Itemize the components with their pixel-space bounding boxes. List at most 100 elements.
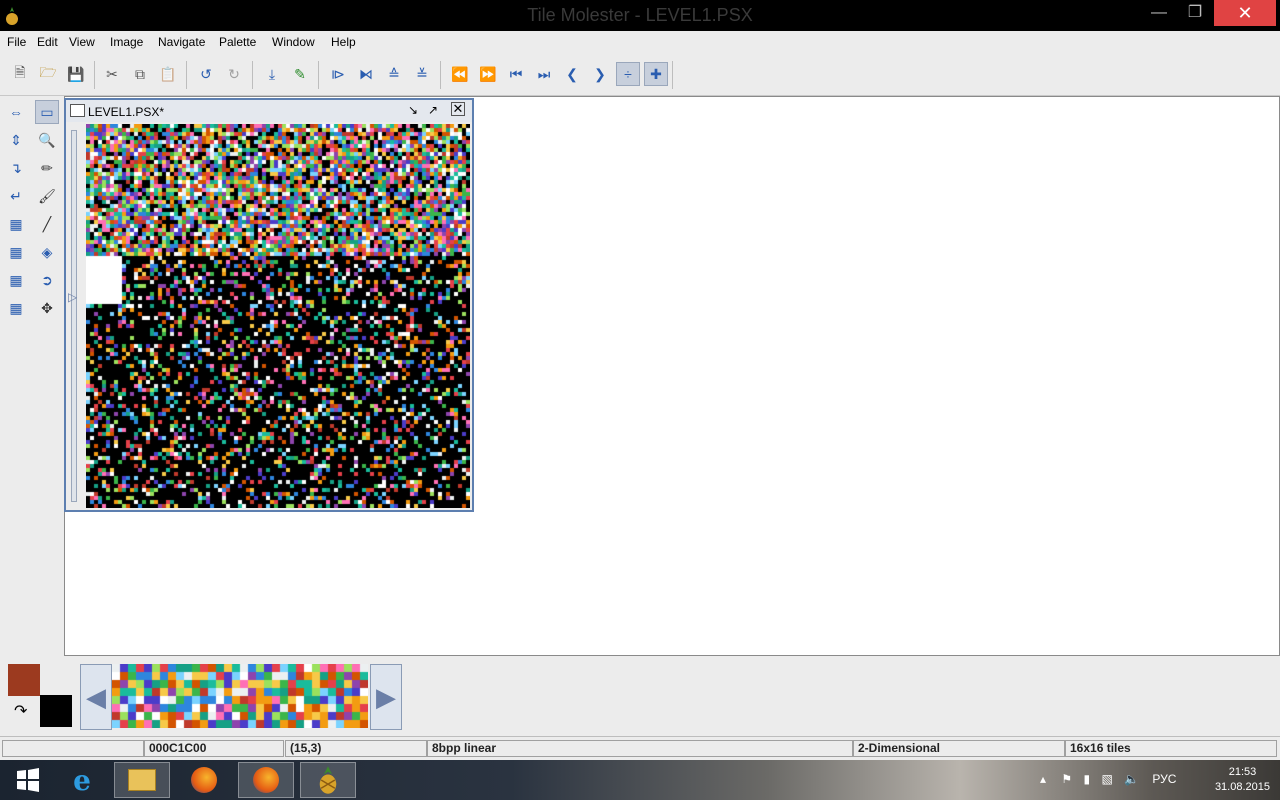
undo-button[interactable]: ↺ [194,62,218,86]
replace-tool[interactable]: ➲ [35,268,59,292]
new-file-icon: 🗎 [14,64,26,80]
document-title-bar[interactable]: LEVEL1.PSX* ↘ ↗ ✕ [66,100,472,122]
tile-back-button[interactable]: ❮ [560,62,584,86]
taskbar-explorer[interactable] [114,762,170,798]
new-file-button[interactable]: 🗎 [8,62,32,86]
menu-help[interactable]: Help [331,35,356,49]
palette-grid[interactable] [112,664,368,728]
shift-up-tool[interactable]: ▦ [4,268,28,292]
foreground-color-swatch[interactable] [8,664,40,696]
byte-forward-icon: ✚ [650,65,662,82]
byte-forward-button[interactable]: ✚ [644,62,668,86]
page-forward-button[interactable]: ⏩ [476,62,500,86]
shift-down-tool[interactable]: ▦ [4,296,28,320]
page-back-button[interactable]: ⏪ [448,62,472,86]
shift-left-icon: ▦ [9,215,23,232]
maximize-icon: ↗ [428,103,439,117]
move-icon: ✥ [41,299,53,316]
move-tool[interactable]: ✥ [35,296,59,320]
increase-width-button[interactable]: ⧑ [354,62,378,86]
tile-back-icon: ❮ [566,65,578,82]
document-icon [70,104,85,117]
wrap-right-tool[interactable]: ↴ [4,156,28,180]
byte-back-button[interactable]: ÷ [616,62,640,86]
start-button[interactable] [0,762,56,798]
menu-window[interactable]: Window [272,35,315,49]
shift-down-icon: ▦ [9,299,23,316]
swap-colors-icon[interactable]: ↷ [14,701,27,721]
open-button[interactable]: 🗁 [36,62,60,86]
show-hidden-icons-icon[interactable]: ▴ [1040,772,1046,786]
copy-button[interactable]: ⧉ [128,62,152,86]
row-back-button[interactable]: ⏮ [504,62,528,86]
doc-minimize-button[interactable]: ↘ [408,103,418,117]
page-forward-icon: ⏩ [479,65,497,82]
network-icon[interactable]: ▧ [1101,772,1112,786]
background-color-swatch[interactable] [40,695,72,727]
fill-tool[interactable]: ◈ [35,240,59,264]
row-forward-button[interactable]: ⏭ [532,62,556,86]
decrease-height-button[interactable]: ≙ [382,62,406,86]
window-title: Tile Molester - LEVEL1.PSX [527,5,753,25]
taskbar-firefox-1[interactable] [176,762,232,798]
shift-left-tool[interactable]: ▦ [4,212,28,236]
row-back-icon: ⏮ [509,65,523,82]
menu-edit[interactable]: Edit [37,35,58,49]
doc-close-button[interactable]: ✕ [451,102,465,116]
taskbar: e ▴ ⚑ ▮ ▧ 🔈 РУС 21:53 31.08.2015 [0,760,1280,800]
close-button[interactable]: ✕ [1214,0,1276,26]
cut-button[interactable]: ✂ [100,62,124,86]
add-bookmark-icon: ✎ [294,65,306,82]
menu-file[interactable]: File [7,35,26,49]
selection-tool[interactable]: ▭ [35,100,59,124]
volume-icon[interactable]: 🔈 [1124,772,1139,786]
increase-height-icon: ≚ [416,65,428,82]
language-indicator[interactable]: РУС [1152,772,1176,786]
brush-tool[interactable]: 🖌 [35,184,59,208]
selection-icon: ▭ [40,103,54,120]
shift-right-tool[interactable]: ▦ [4,240,28,264]
zoom-tool[interactable]: 🔍 [35,128,59,152]
paste-button[interactable]: 📋 [156,62,180,86]
wrap-left-tool[interactable]: ↵ [4,184,28,208]
save-button[interactable]: 💾 [64,62,88,86]
menu-view[interactable]: View [69,35,95,49]
clock[interactable]: 21:53 31.08.2015 [1215,765,1270,795]
taskbar-ie[interactable]: e [54,762,110,798]
zoom-slider[interactable] [71,130,77,502]
increase-height-button[interactable]: ≚ [410,62,434,86]
pineapple-icon [319,766,337,794]
palette-prev-button[interactable]: ◀ [80,664,112,730]
dropper-icon: ✏ [41,159,53,176]
flag-icon[interactable]: ⚑ [1061,772,1072,786]
maximize-button[interactable]: ❐ [1180,0,1210,26]
scroll-horizontal-tool[interactable]: ⇔ [4,100,28,124]
taskbar-tile-molester[interactable] [300,762,356,798]
go-to-button[interactable]: ⤓ [260,62,284,86]
doc-maximize-button[interactable]: ↗ [428,103,438,117]
tile-forward-button[interactable]: ❯ [588,62,612,86]
dropper-tool[interactable]: ✏ [35,156,59,180]
decrease-width-button[interactable]: ⧐ [326,62,350,86]
palette-panel: ↷ ◀ ▶ [0,657,1280,735]
menu-navigate[interactable]: Navigate [158,35,205,49]
decrease-height-icon: ≙ [388,65,400,82]
line-tool[interactable]: ╱ [35,212,59,236]
minimize-button[interactable]: — [1144,0,1174,26]
menu-palette[interactable]: Palette [219,35,256,49]
slider-thumb[interactable]: ▷ [68,290,77,304]
menu-image[interactable]: Image [110,35,143,49]
internet-explorer-icon: e [73,763,91,797]
clock-date: 31.08.2015 [1214,781,1270,793]
line-icon: ╱ [42,215,52,232]
scroll-vertical-tool[interactable]: ⇕ [4,128,28,152]
status-offset: 000C1C00 [144,740,284,757]
palette-next-button[interactable]: ▶ [370,664,402,730]
redo-button[interactable]: ↻ [222,62,246,86]
taskbar-firefox-2[interactable] [238,762,294,798]
add-bookmark-button[interactable]: ✎ [288,62,312,86]
scroll-vertical-icon: ⇕ [10,131,22,148]
tile-canvas[interactable] [86,124,470,508]
scroll-horizontal-icon: ⇔ [9,104,23,120]
battery-icon[interactable]: ▮ [1083,772,1090,786]
